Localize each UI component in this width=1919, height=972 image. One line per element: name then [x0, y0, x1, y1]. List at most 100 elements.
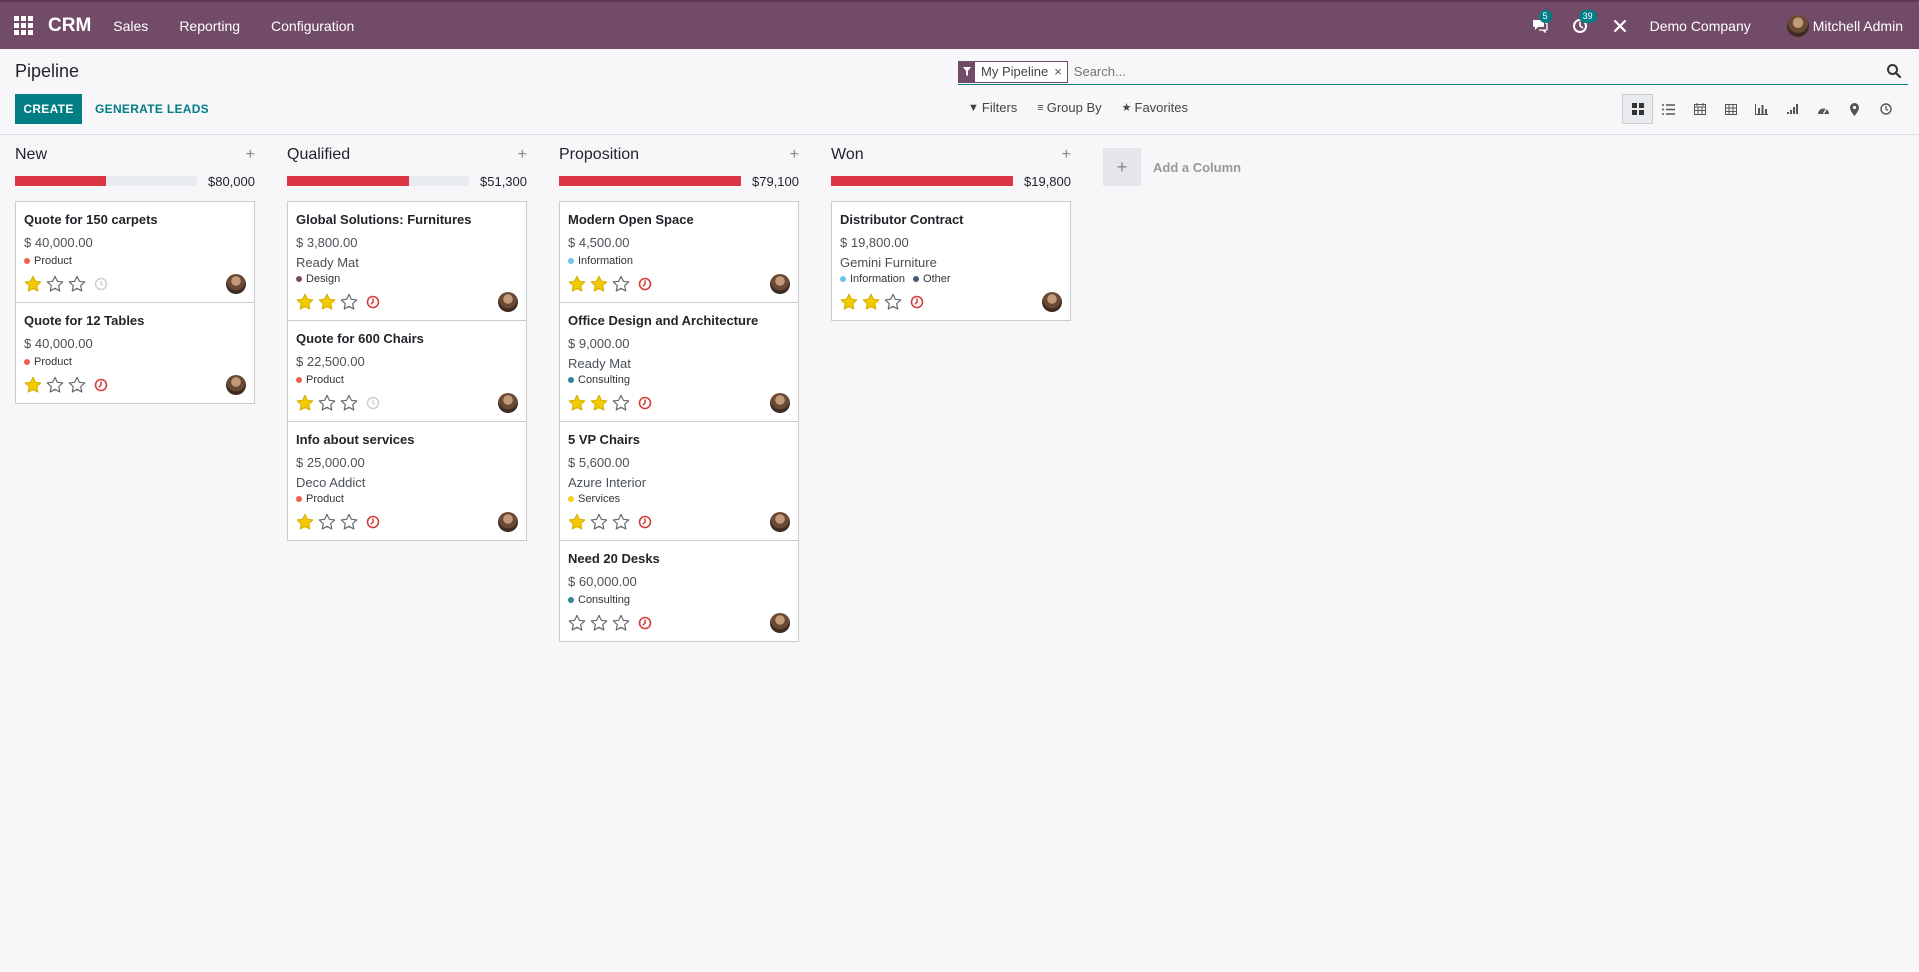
- opportunity-card[interactable]: Distributor Contract $ 19,800.00 Gemini Fu…: [832, 202, 1070, 321]
- priority-star-icon[interactable]: [68, 275, 86, 293]
- column-title[interactable]: Won: [831, 146, 864, 164]
- salesperson-avatar[interactable]: [770, 613, 790, 633]
- pivot-view-icon[interactable]: [1715, 94, 1746, 124]
- menu-sales[interactable]: Sales: [113, 18, 148, 34]
- favorites-toggle[interactable]: ★ Favorites: [1122, 100, 1188, 115]
- opportunity-card[interactable]: Info about services $ 25,000.00 Deco Addic…: [288, 422, 526, 541]
- activity-none-icon[interactable]: [366, 396, 380, 410]
- cohort-view-icon[interactable]: [1777, 94, 1808, 124]
- priority-star-icon[interactable]: [46, 275, 64, 293]
- salesperson-avatar[interactable]: [226, 274, 246, 294]
- activity-none-icon[interactable]: [94, 277, 108, 291]
- search-input[interactable]: [1073, 64, 1894, 79]
- salesperson-avatar[interactable]: [498, 292, 518, 312]
- salesperson-avatar[interactable]: [770, 512, 790, 532]
- kanban-view-icon[interactable]: [1622, 94, 1653, 124]
- priority-star-icon[interactable]: [840, 293, 858, 311]
- priority-star-icon[interactable]: [318, 394, 336, 412]
- create-button[interactable]: CREATE: [15, 94, 82, 124]
- menu-reporting[interactable]: Reporting: [179, 18, 240, 34]
- priority-star-icon[interactable]: [568, 275, 586, 293]
- priority-star-icon[interactable]: [568, 513, 586, 531]
- quick-create-plus-icon[interactable]: +: [518, 146, 527, 164]
- progress-bar[interactable]: [559, 176, 741, 186]
- priority-star-icon[interactable]: [296, 513, 314, 531]
- activities-icon[interactable]: 39: [1570, 9, 1597, 36]
- opportunity-card[interactable]: Need 20 Desks $ 60,000.00 Consulting: [560, 541, 798, 642]
- salesperson-avatar[interactable]: [1042, 292, 1062, 312]
- salesperson-avatar[interactable]: [498, 393, 518, 413]
- priority-star-icon[interactable]: [46, 376, 64, 394]
- quick-create-plus-icon[interactable]: +: [790, 146, 799, 164]
- opportunity-card[interactable]: Quote for 600 Chairs $ 22,500.00 Product: [288, 321, 526, 422]
- search-icon[interactable]: [1886, 63, 1902, 79]
- opportunity-card[interactable]: Global Solutions: Furnitures $ 3,800.00 Re…: [288, 202, 526, 321]
- priority-star-icon[interactable]: [590, 394, 608, 412]
- opportunity-card[interactable]: Office Design and Architecture $ 9,000.00…: [560, 303, 798, 422]
- priority-star-icon[interactable]: [590, 614, 608, 632]
- salesperson-avatar[interactable]: [226, 375, 246, 395]
- column-header[interactable]: Proposition +: [559, 146, 799, 164]
- priority-star-icon[interactable]: [296, 394, 314, 412]
- column-title[interactable]: Qualified: [287, 146, 350, 164]
- app-brand[interactable]: CRM: [48, 15, 91, 37]
- priority-star-icon[interactable]: [318, 513, 336, 531]
- activity-overdue-icon[interactable]: [94, 378, 108, 392]
- column-header[interactable]: Qualified +: [287, 146, 527, 164]
- activity-overdue-icon[interactable]: [366, 515, 380, 529]
- group-by-toggle[interactable]: ≡ Group By: [1037, 100, 1101, 115]
- priority-star-icon[interactable]: [340, 293, 358, 311]
- generate-leads-button[interactable]: GENERATE LEADS: [95, 94, 209, 124]
- priority-star-icon[interactable]: [340, 394, 358, 412]
- opportunity-card[interactable]: Modern Open Space $ 4,500.00 Information: [560, 202, 798, 303]
- filters-toggle[interactable]: ▼ Filters: [968, 100, 1017, 115]
- column-header[interactable]: New +: [15, 146, 255, 164]
- priority-star-icon[interactable]: [612, 614, 630, 632]
- add-column-label[interactable]: Add a Column: [1153, 160, 1241, 175]
- priority-star-icon[interactable]: [862, 293, 880, 311]
- priority-star-icon[interactable]: [612, 513, 630, 531]
- add-column-plus-icon[interactable]: +: [1103, 148, 1141, 186]
- progress-bar[interactable]: [15, 176, 197, 186]
- map-view-icon[interactable]: [1839, 94, 1870, 124]
- activity-overdue-icon[interactable]: [638, 277, 652, 291]
- progress-bar[interactable]: [287, 176, 469, 186]
- graph-view-icon[interactable]: [1746, 94, 1777, 124]
- messages-icon[interactable]: 5: [1530, 9, 1552, 36]
- activity-overdue-icon[interactable]: [638, 515, 652, 529]
- priority-star-icon[interactable]: [340, 513, 358, 531]
- calendar-view-icon[interactable]: [1684, 94, 1715, 124]
- activity-view-icon[interactable]: [1870, 94, 1901, 124]
- priority-star-icon[interactable]: [568, 614, 586, 632]
- company-switcher[interactable]: Demo Company: [1650, 18, 1751, 34]
- salesperson-avatar[interactable]: [498, 512, 518, 532]
- apps-menu-icon[interactable]: [0, 1, 46, 50]
- list-view-icon[interactable]: [1653, 94, 1684, 124]
- priority-star-icon[interactable]: [590, 513, 608, 531]
- priority-star-icon[interactable]: [318, 293, 336, 311]
- priority-star-icon[interactable]: [884, 293, 902, 311]
- column-title[interactable]: New: [15, 146, 47, 164]
- priority-star-icon[interactable]: [68, 376, 86, 394]
- debug-tools-icon[interactable]: [1610, 16, 1630, 36]
- progress-bar[interactable]: [831, 176, 1013, 186]
- activity-overdue-icon[interactable]: [366, 295, 380, 309]
- activity-overdue-icon[interactable]: [910, 295, 924, 309]
- priority-star-icon[interactable]: [612, 275, 630, 293]
- priority-star-icon[interactable]: [24, 376, 42, 394]
- quick-create-plus-icon[interactable]: +: [246, 146, 255, 164]
- facet-remove-icon[interactable]: ×: [1054, 64, 1067, 79]
- opportunity-card[interactable]: 5 VP Chairs $ 5,600.00 Azure Interior Servi…: [560, 422, 798, 541]
- priority-star-icon[interactable]: [24, 275, 42, 293]
- priority-star-icon[interactable]: [590, 275, 608, 293]
- activity-overdue-icon[interactable]: [638, 396, 652, 410]
- column-title[interactable]: Proposition: [559, 146, 639, 164]
- column-header[interactable]: Won +: [831, 146, 1071, 164]
- priority-star-icon[interactable]: [568, 394, 586, 412]
- quick-create-plus-icon[interactable]: +: [1062, 146, 1071, 164]
- menu-configuration[interactable]: Configuration: [271, 18, 354, 34]
- add-column[interactable]: + Add a Column: [1103, 148, 1241, 186]
- opportunity-card[interactable]: Quote for 150 carpets $ 40,000.00 Product: [16, 202, 254, 303]
- dashboard-view-icon[interactable]: [1808, 94, 1839, 124]
- priority-star-icon[interactable]: [612, 394, 630, 412]
